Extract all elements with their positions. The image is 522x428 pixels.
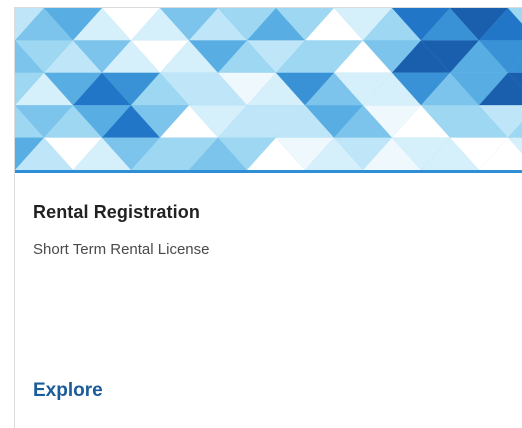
card-banner-image <box>15 8 522 170</box>
card-title: Rental Registration <box>33 202 200 222</box>
banner-divider <box>15 170 522 173</box>
explore-link[interactable]: Explore <box>33 380 103 402</box>
card-subtitle: Short Term Rental License <box>33 241 210 258</box>
service-card[interactable]: Rental Registration Short Term Rental Li… <box>14 7 522 428</box>
